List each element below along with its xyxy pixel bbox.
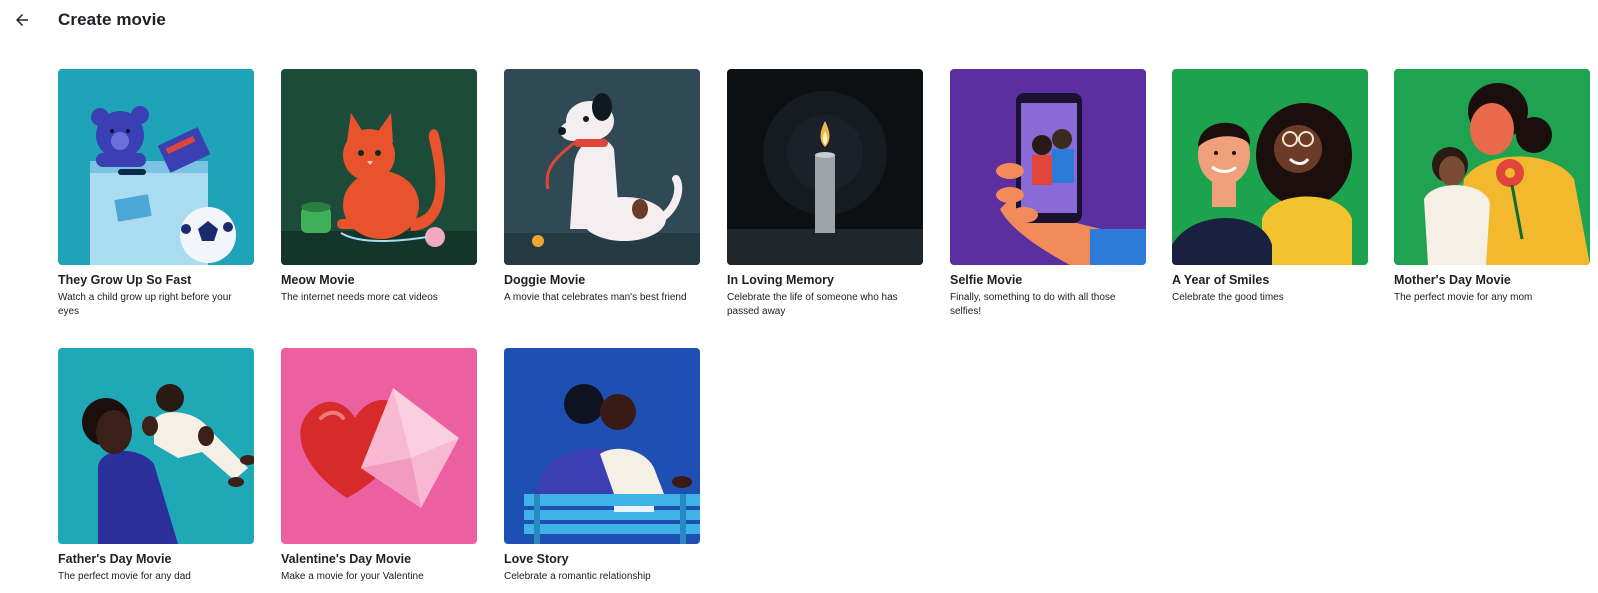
card-title: Selfie Movie <box>950 273 1023 287</box>
card-description: Make a movie for your Valentine <box>281 571 424 582</box>
movie-card-fathers-day[interactable]: Father's Day Movie The perfect movie for… <box>58 348 256 584</box>
card-description: The perfect movie for any dad <box>58 571 191 582</box>
card-thumbnail <box>950 69 1146 265</box>
card-thumbnail <box>281 69 477 265</box>
card-title: Love Story <box>504 552 569 566</box>
card-thumbnail <box>58 348 254 544</box>
app-header: Create movie <box>0 0 1598 44</box>
card-title: They Grow Up So Fast <box>58 273 192 287</box>
movie-card-selfie[interactable]: Selfie Movie Finally, something to do wi… <box>950 69 1148 319</box>
back-button[interactable] <box>10 8 34 32</box>
card-thumbnail <box>504 348 700 544</box>
movie-card-grow-up[interactable]: They Grow Up So Fast Watch a child grow … <box>58 69 256 319</box>
card-title: Doggie Movie <box>504 273 586 287</box>
card-thumbnail <box>281 348 477 544</box>
card-title: Valentine's Day Movie <box>281 552 412 566</box>
card-title: Meow Movie <box>281 273 355 287</box>
card-title: Mother's Day Movie <box>1394 273 1511 287</box>
movie-card-memory[interactable]: In Loving Memory Celebrate the life of s… <box>727 69 925 319</box>
card-thumbnail <box>1394 69 1590 265</box>
card-description: Finally, something to do with all those … <box>950 292 1116 317</box>
card-description: Celebrate the good times <box>1172 292 1284 303</box>
page-title: Create movie <box>58 10 166 29</box>
card-description: Celebrate a romantic relationship <box>504 571 651 582</box>
movie-card-love-story[interactable]: Love Story Celebrate a romantic relation… <box>504 348 702 584</box>
movie-card-mothers-day[interactable]: Mother's Day Movie The perfect movie for… <box>1394 69 1592 305</box>
movie-card-valentines[interactable]: Valentine's Day Movie Make a movie for y… <box>281 348 479 584</box>
card-description: Celebrate the life of someone who has pa… <box>727 292 898 317</box>
movie-card-smiles[interactable]: A Year of Smiles Celebrate the good time… <box>1172 69 1370 305</box>
card-title: A Year of Smiles <box>1172 273 1270 287</box>
card-description: The perfect movie for any mom <box>1394 292 1533 303</box>
card-description: A movie that celebrates man's best frien… <box>504 292 687 303</box>
card-thumbnail <box>1172 69 1368 265</box>
movie-card-meow[interactable]: Meow Movie The internet needs more cat v… <box>281 69 479 305</box>
card-thumbnail <box>58 69 254 265</box>
arrow-back-icon <box>16 14 28 26</box>
card-thumbnail <box>727 69 923 265</box>
movie-card-doggie[interactable]: Doggie Movie A movie that celebrates man… <box>504 69 702 305</box>
card-thumbnail <box>504 69 700 265</box>
card-title: Father's Day Movie <box>58 552 172 566</box>
card-description: Watch a child grow up right before your … <box>58 292 232 317</box>
card-title: In Loving Memory <box>727 273 834 287</box>
card-description: The internet needs more cat videos <box>281 292 438 303</box>
